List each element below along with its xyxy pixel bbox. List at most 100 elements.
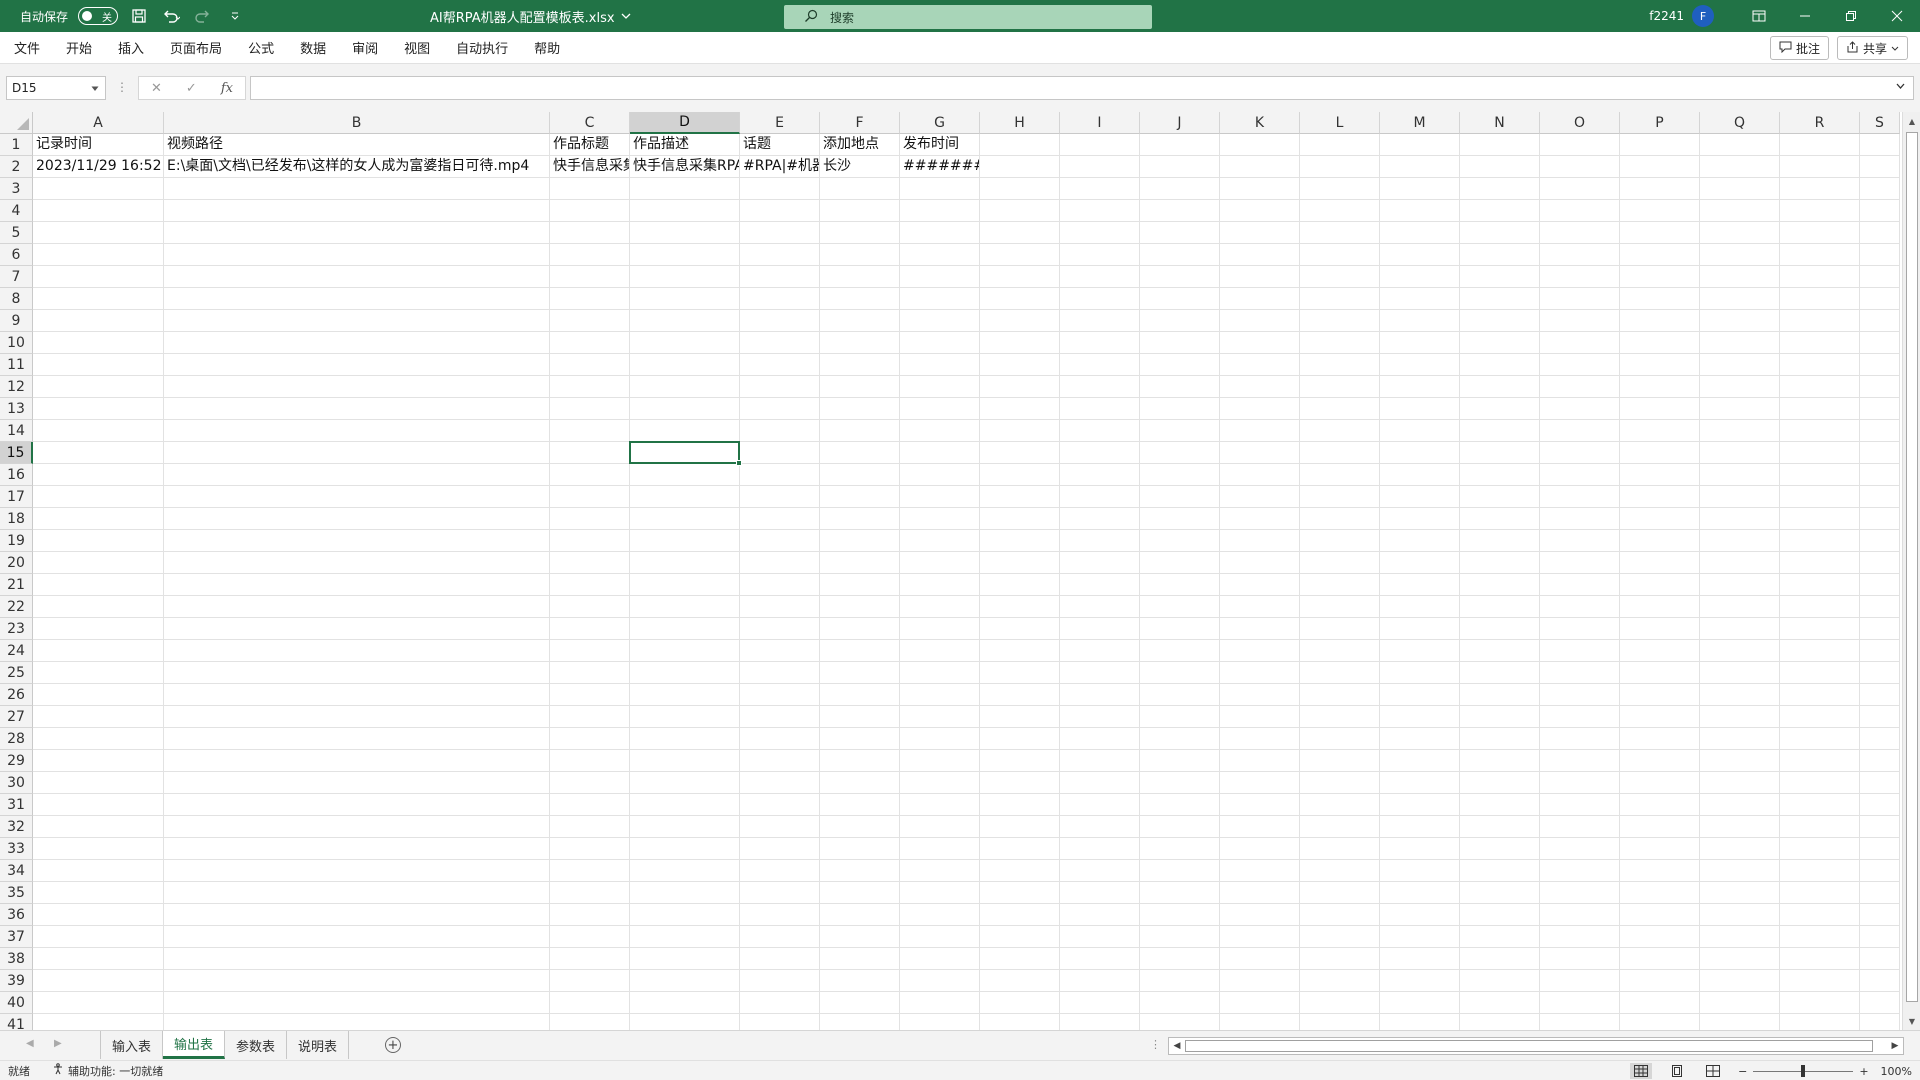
cell-f20[interactable] — [820, 552, 900, 574]
cell-a36[interactable] — [33, 904, 164, 926]
row-header-39[interactable]: 39 — [0, 970, 33, 992]
cell-p18[interactable] — [1620, 508, 1700, 530]
cell-q31[interactable] — [1700, 794, 1780, 816]
cell-q22[interactable] — [1700, 596, 1780, 618]
cell-g30[interactable] — [900, 772, 980, 794]
cell-b4[interactable] — [164, 200, 550, 222]
cell-k29[interactable] — [1220, 750, 1300, 772]
row-header-27[interactable]: 27 — [0, 706, 33, 728]
cell-a17[interactable] — [33, 486, 164, 508]
cell-r36[interactable] — [1780, 904, 1860, 926]
cell-q15[interactable] — [1700, 442, 1780, 464]
cell-m18[interactable] — [1380, 508, 1460, 530]
cell-s14[interactable] — [1860, 420, 1900, 442]
cell-a8[interactable] — [33, 288, 164, 310]
cell-b20[interactable] — [164, 552, 550, 574]
cell-o32[interactable] — [1540, 816, 1620, 838]
cell-a27[interactable] — [33, 706, 164, 728]
cell-l40[interactable] — [1300, 992, 1380, 1014]
cell-k1[interactable] — [1220, 134, 1300, 156]
cell-n33[interactable] — [1460, 838, 1540, 860]
column-header-l[interactable]: L — [1300, 112, 1380, 134]
cell-o26[interactable] — [1540, 684, 1620, 706]
cell-h10[interactable] — [980, 332, 1060, 354]
cell-c5[interactable] — [550, 222, 630, 244]
cell-l39[interactable] — [1300, 970, 1380, 992]
cell-q24[interactable] — [1700, 640, 1780, 662]
cell-s18[interactable] — [1860, 508, 1900, 530]
undo-icon[interactable] — [160, 5, 182, 27]
cell-p17[interactable] — [1620, 486, 1700, 508]
cell-i24[interactable] — [1060, 640, 1140, 662]
cell-c39[interactable] — [550, 970, 630, 992]
cell-b32[interactable] — [164, 816, 550, 838]
cell-c15[interactable] — [550, 442, 630, 464]
cell-c3[interactable] — [550, 178, 630, 200]
cell-o20[interactable] — [1540, 552, 1620, 574]
cell-p9[interactable] — [1620, 310, 1700, 332]
cell-l33[interactable] — [1300, 838, 1380, 860]
cell-k24[interactable] — [1220, 640, 1300, 662]
cell-k26[interactable] — [1220, 684, 1300, 706]
cell-k9[interactable] — [1220, 310, 1300, 332]
cell-g26[interactable] — [900, 684, 980, 706]
cell-m7[interactable] — [1380, 266, 1460, 288]
cell-j39[interactable] — [1140, 970, 1220, 992]
cell-a12[interactable] — [33, 376, 164, 398]
cell-a32[interactable] — [33, 816, 164, 838]
cell-c28[interactable] — [550, 728, 630, 750]
row-header-32[interactable]: 32 — [0, 816, 33, 838]
cell-p16[interactable] — [1620, 464, 1700, 486]
cell-j18[interactable] — [1140, 508, 1220, 530]
cell-a7[interactable] — [33, 266, 164, 288]
cell-g3[interactable] — [900, 178, 980, 200]
cell-k39[interactable] — [1220, 970, 1300, 992]
cell-f39[interactable] — [820, 970, 900, 992]
cell-l31[interactable] — [1300, 794, 1380, 816]
cell-i9[interactable] — [1060, 310, 1140, 332]
cell-b24[interactable] — [164, 640, 550, 662]
cell-c11[interactable] — [550, 354, 630, 376]
cell-n23[interactable] — [1460, 618, 1540, 640]
cell-k21[interactable] — [1220, 574, 1300, 596]
cell-s32[interactable] — [1860, 816, 1900, 838]
cell-m29[interactable] — [1380, 750, 1460, 772]
cell-s41[interactable] — [1860, 1014, 1900, 1030]
cell-l5[interactable] — [1300, 222, 1380, 244]
cell-g19[interactable] — [900, 530, 980, 552]
cell-k11[interactable] — [1220, 354, 1300, 376]
cell-n41[interactable] — [1460, 1014, 1540, 1030]
cell-d21[interactable] — [630, 574, 740, 596]
cell-k15[interactable] — [1220, 442, 1300, 464]
cell-j35[interactable] — [1140, 882, 1220, 904]
customize-toolbar-icon[interactable] — [224, 5, 246, 27]
cell-q11[interactable] — [1700, 354, 1780, 376]
cell-e31[interactable] — [740, 794, 820, 816]
cell-o18[interactable] — [1540, 508, 1620, 530]
cell-h31[interactable] — [980, 794, 1060, 816]
cell-s20[interactable] — [1860, 552, 1900, 574]
cell-s23[interactable] — [1860, 618, 1900, 640]
cell-i26[interactable] — [1060, 684, 1140, 706]
cell-h19[interactable] — [980, 530, 1060, 552]
column-header-c[interactable]: C — [550, 112, 630, 134]
cell-g23[interactable] — [900, 618, 980, 640]
cell-a29[interactable] — [33, 750, 164, 772]
cell-k3[interactable] — [1220, 178, 1300, 200]
cell-s29[interactable] — [1860, 750, 1900, 772]
cell-m6[interactable] — [1380, 244, 1460, 266]
cell-e38[interactable] — [740, 948, 820, 970]
cell-b16[interactable] — [164, 464, 550, 486]
column-header-h[interactable]: H — [980, 112, 1060, 134]
cell-d1[interactable]: 作品描述 — [630, 134, 740, 156]
cell-n4[interactable] — [1460, 200, 1540, 222]
cell-p28[interactable] — [1620, 728, 1700, 750]
cell-d22[interactable] — [630, 596, 740, 618]
cell-a28[interactable] — [33, 728, 164, 750]
cell-f19[interactable] — [820, 530, 900, 552]
cell-c24[interactable] — [550, 640, 630, 662]
cell-p30[interactable] — [1620, 772, 1700, 794]
row-header-19[interactable]: 19 — [0, 530, 33, 552]
cell-e16[interactable] — [740, 464, 820, 486]
cell-l2[interactable] — [1300, 156, 1380, 178]
